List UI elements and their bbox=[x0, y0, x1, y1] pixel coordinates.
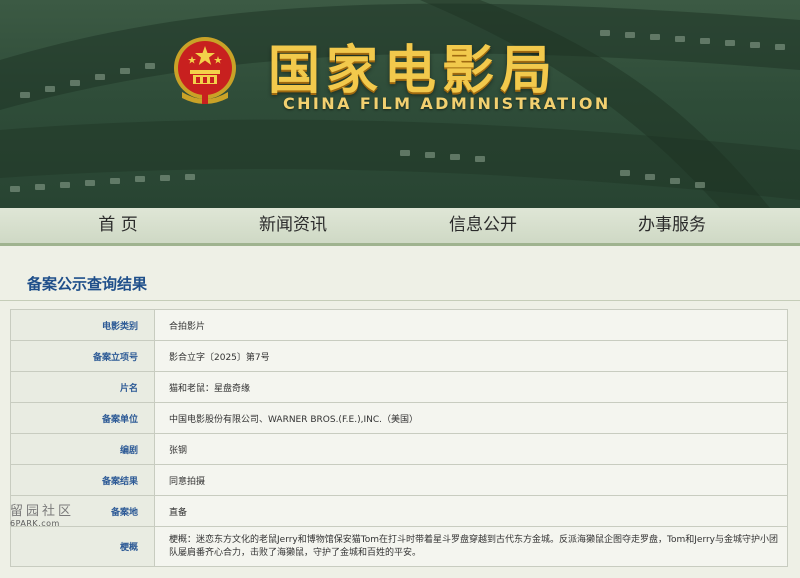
national-emblem-icon bbox=[174, 37, 236, 104]
table-row: 备案立项号 影合立字〔2025〕第7号 bbox=[10, 340, 788, 372]
table-row: 梗概 梗概：迷恋东方文化的老鼠Jerry和博物馆保安猫Tom在打斗时带着星斗罗盘… bbox=[10, 526, 788, 567]
row-value-filing-entity: 中国电影股份有限公司、WARNER BROS.(F.E.),INC.（美国） bbox=[154, 402, 788, 434]
row-value-film-title: 猫和老鼠：星盘奇缘 bbox=[154, 371, 788, 403]
site-title-english: CHINA FILM ADMINISTRATION bbox=[283, 94, 611, 113]
table-row: 备案单位 中国电影股份有限公司、WARNER BROS.(F.E.),INC.（… bbox=[10, 402, 788, 434]
nav-item-info-disclosure[interactable]: 信息公开 bbox=[433, 208, 533, 243]
row-value-screenwriter: 张钢 bbox=[154, 433, 788, 465]
row-label-filing-result: 备案结果 bbox=[10, 464, 155, 496]
row-label-film-category: 电影类别 bbox=[10, 309, 155, 341]
site-title-chinese: 国家电影局 bbox=[268, 41, 559, 101]
section-title: 备案公示查询结果 bbox=[27, 275, 148, 293]
watermark-cn-text: 留园社区 bbox=[10, 504, 75, 519]
main-navigation: 首 页 新闻资讯 信息公开 办事服务 bbox=[0, 208, 800, 246]
watermark-en-text: 6PARK.com bbox=[10, 519, 60, 528]
row-label-filing-entity: 备案单位 bbox=[10, 402, 155, 434]
row-value-filing-result: 同意拍摄 bbox=[154, 464, 788, 496]
row-value-film-category: 合拍影片 bbox=[154, 309, 788, 341]
row-label-film-title: 片名 bbox=[10, 371, 155, 403]
row-value-synopsis: 梗概：迷恋东方文化的老鼠Jerry和博物馆保安猫Tom在打斗时带着星斗罗盘穿越到… bbox=[154, 526, 788, 567]
table-row: 电影类别 合拍影片 bbox=[10, 309, 788, 341]
table-row: 备案结果 同意拍摄 bbox=[10, 464, 788, 496]
table-row: 片名 猫和老鼠：星盘奇缘 bbox=[10, 371, 788, 403]
nav-item-services[interactable]: 办事服务 bbox=[622, 208, 722, 243]
row-value-filing-number: 影合立字〔2025〕第7号 bbox=[154, 340, 788, 372]
row-label-synopsis: 梗概 bbox=[10, 526, 155, 567]
nav-item-home[interactable]: 首 页 bbox=[78, 208, 158, 243]
record-table: 电影类别 合拍影片 备案立项号 影合立字〔2025〕第7号 片名 猫和老鼠：星盘… bbox=[10, 309, 788, 567]
section-divider bbox=[0, 300, 800, 301]
row-label-filing-number: 备案立项号 bbox=[10, 340, 155, 372]
row-value-filing-location: 直备 bbox=[154, 495, 788, 527]
header-banner: 国家电影局 CHINA FILM ADMINISTRATION bbox=[0, 0, 800, 208]
table-row: 备案地 直备 bbox=[10, 495, 788, 527]
watermark: 留园社区 6PARK.com bbox=[10, 500, 80, 528]
nav-item-news[interactable]: 新闻资讯 bbox=[243, 208, 343, 243]
row-label-screenwriter: 编剧 bbox=[10, 433, 155, 465]
table-row: 编剧 张钢 bbox=[10, 433, 788, 465]
